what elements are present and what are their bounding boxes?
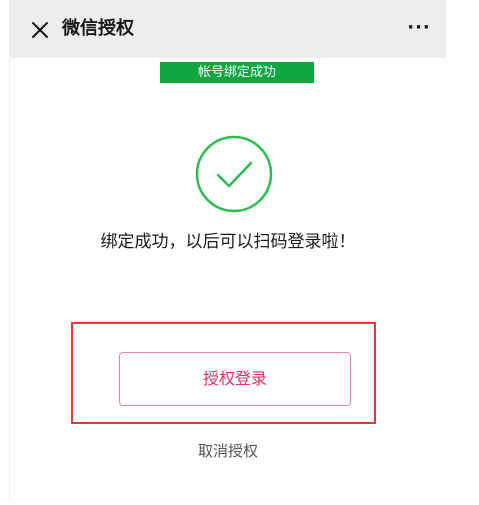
auth-screen: 微信授权 ··· 帐号绑定成功 绑定成功，以后可以扫码登录啦！ 授权登录 取消授… [9, 0, 446, 500]
close-icon [32, 22, 48, 38]
authorize-login-button[interactable]: 授权登录 [119, 352, 351, 406]
check-circle-icon [194, 134, 274, 214]
success-message: 绑定成功，以后可以扫码登录啦！ [100, 232, 356, 252]
cancel-authorization-link[interactable]: 取消授权 [10, 440, 446, 462]
more-options-button[interactable]: ··· [406, 16, 432, 40]
page: 微信授权 ··· 帐号绑定成功 绑定成功，以后可以扫码登录啦！ 授权登录 取消授… [0, 0, 479, 505]
bind-success-banner: 帐号绑定成功 [160, 62, 314, 83]
page-title: 微信授权 [62, 18, 134, 39]
top-navbar: 微信授权 ··· [10, 0, 446, 58]
close-button[interactable] [29, 19, 51, 41]
